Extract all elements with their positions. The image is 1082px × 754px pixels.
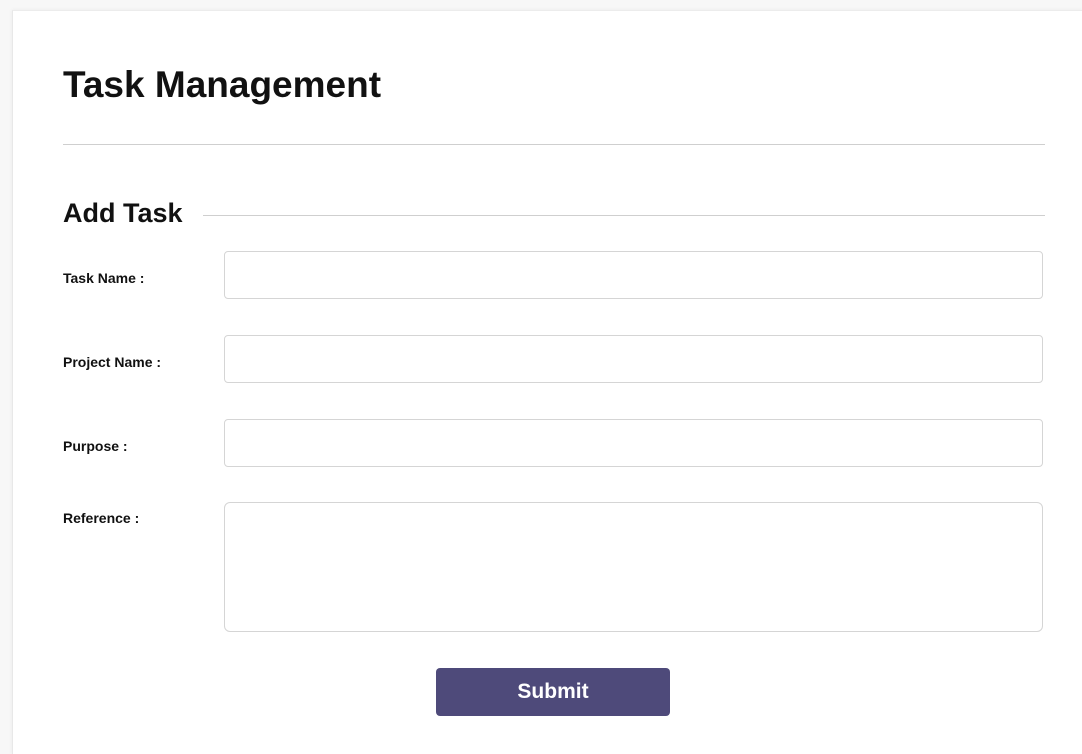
purpose-input[interactable] bbox=[224, 419, 1043, 467]
section-title: Add Task bbox=[63, 198, 183, 228]
project-name-input[interactable] bbox=[224, 335, 1043, 383]
page-title: Task Management bbox=[63, 64, 382, 105]
add-task-section-header: Add Task bbox=[63, 193, 1045, 233]
section-divider bbox=[202, 214, 1045, 216]
task-management-card: Task Management Add Task Task Name : Pro… bbox=[12, 10, 1082, 754]
reference-label: Reference : bbox=[63, 510, 140, 526]
submit-button[interactable]: Submit bbox=[436, 668, 670, 716]
task-name-label: Task Name : bbox=[63, 270, 145, 286]
project-name-label: Project Name : bbox=[63, 354, 162, 370]
title-divider bbox=[63, 144, 1045, 145]
reference-textarea[interactable] bbox=[224, 502, 1043, 632]
task-name-input[interactable] bbox=[224, 251, 1043, 299]
purpose-label: Purpose : bbox=[63, 438, 128, 454]
